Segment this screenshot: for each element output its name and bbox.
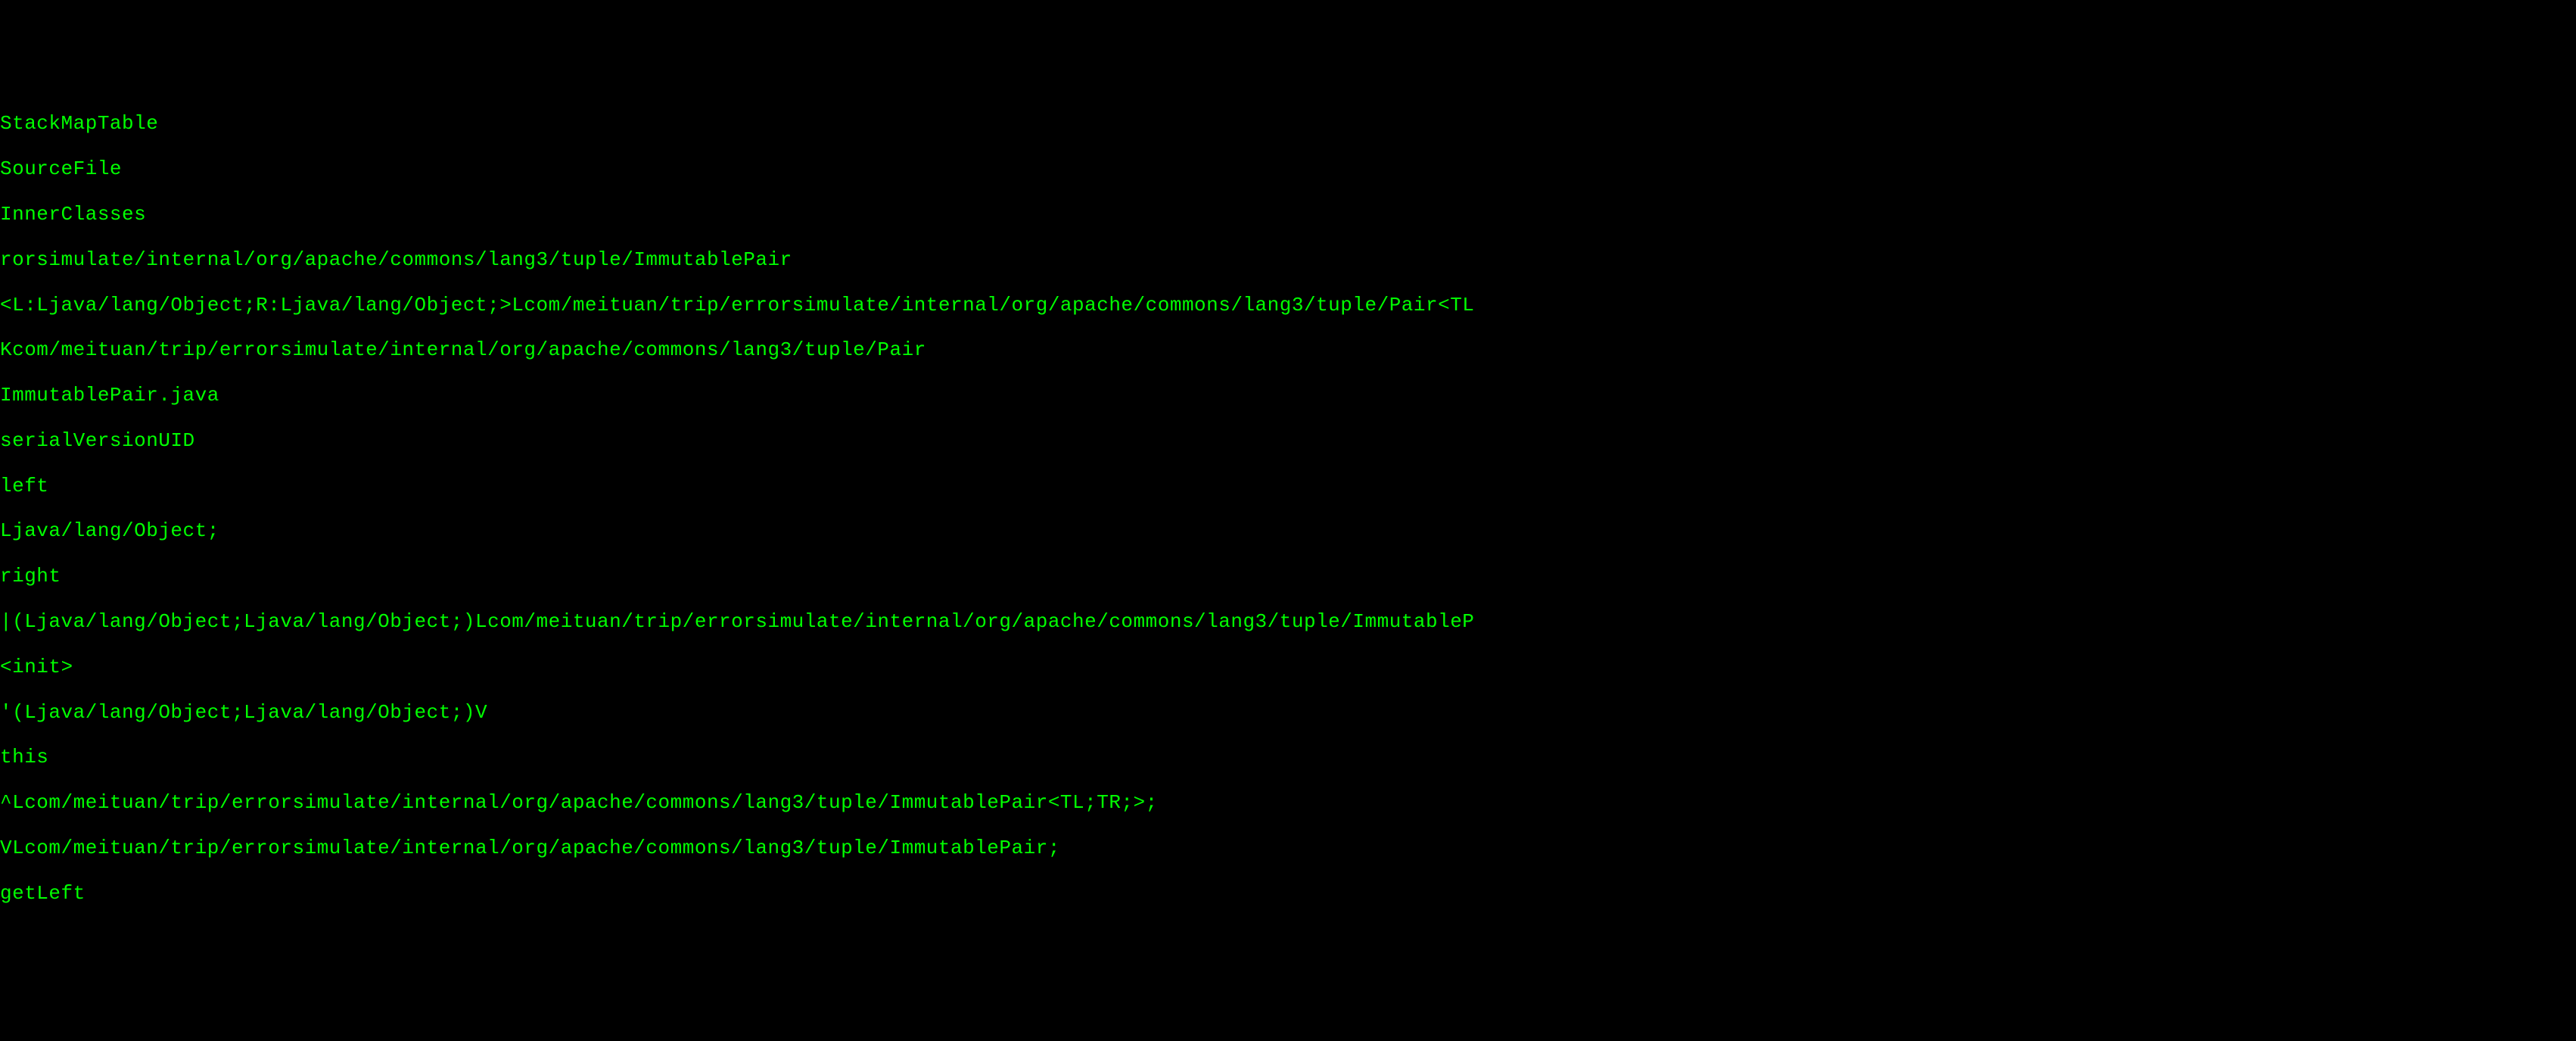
output-line: VLcom/meituan/trip/errorsimulate/interna… [0,837,2576,860]
output-line: <L:Ljava/lang/Object;R:Ljava/lang/Object… [0,295,2576,317]
output-line: |(Ljava/lang/Object;Ljava/lang/Object;)L… [0,611,2576,634]
output-line: StackMapTable [0,113,2576,136]
output-line: getLeft [0,883,2576,905]
output-line: right [0,566,2576,588]
output-line: ImmutablePair.java [0,385,2576,407]
output-line: this [0,746,2576,769]
output-line: '(Ljava/lang/Object;Ljava/lang/Object;)V [0,702,2576,725]
terminal-output: StackMapTable SourceFile InnerClasses ro… [0,91,2576,928]
output-line: InnerClasses [0,204,2576,226]
output-line: ^Lcom/meituan/trip/errorsimulate/interna… [0,792,2576,815]
output-line: rorsimulate/internal/org/apache/commons/… [0,249,2576,272]
output-line: Kcom/meituan/trip/errorsimulate/internal… [0,339,2576,362]
output-line: Ljava/lang/Object; [0,520,2576,543]
output-line: left [0,475,2576,498]
output-line: SourceFile [0,158,2576,181]
output-line: serialVersionUID [0,430,2576,453]
output-line: <init> [0,656,2576,679]
